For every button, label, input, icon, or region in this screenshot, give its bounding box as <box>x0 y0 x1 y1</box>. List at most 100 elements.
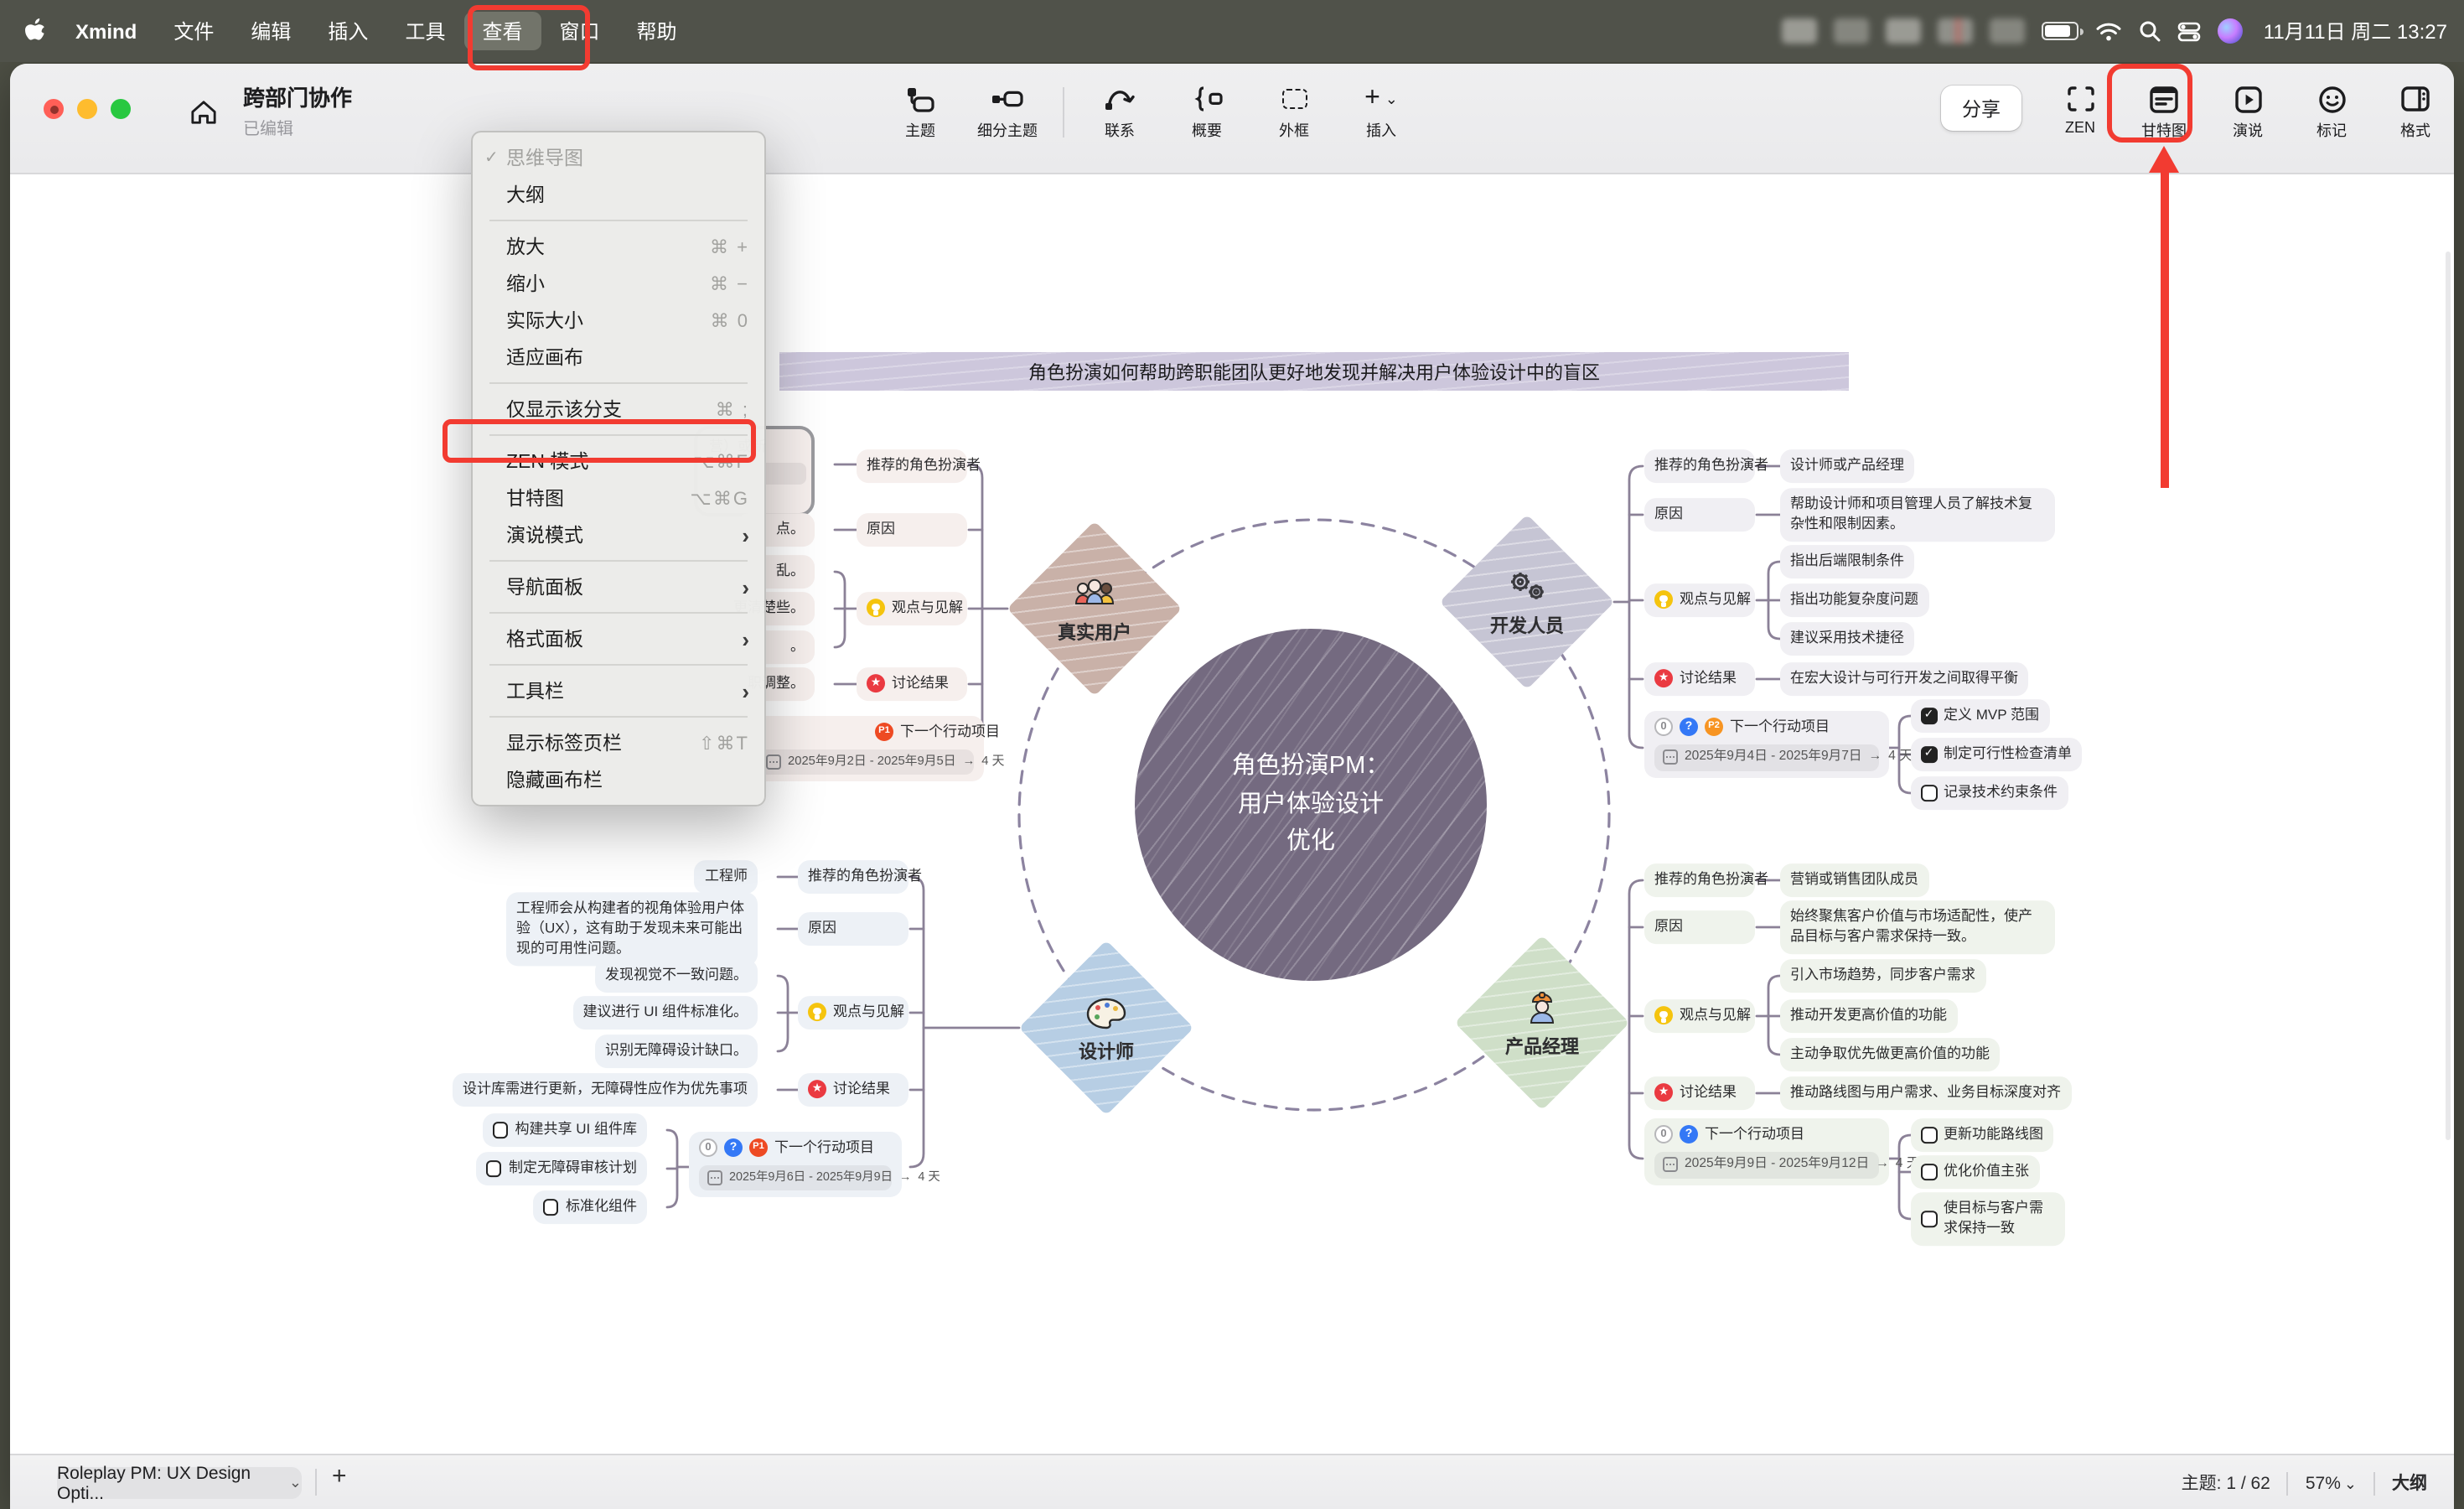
persona-designer[interactable]: 设计师 <box>1019 941 1193 1115</box>
dev-task[interactable]: ✓制定可行性检查清单 <box>1911 738 2082 771</box>
home-button[interactable] <box>181 91 225 134</box>
boundary-button[interactable]: 外框 <box>1255 77 1333 141</box>
checkbox-icon[interactable] <box>1921 1164 1937 1180</box>
checkbox-icon[interactable] <box>493 1122 509 1138</box>
dev-insight[interactable]: 建议采用技术捷径 <box>1780 622 1914 656</box>
label-roleplayer[interactable]: 推荐的角色扮演者 <box>1644 863 1755 897</box>
format-button[interactable]: 格式 <box>2377 77 2454 141</box>
dev-reason[interactable]: 帮助设计师和项目管理人员了解技术复杂性和限制因素。 <box>1780 488 2055 542</box>
label-roleplayer[interactable]: 推荐的角色扮演者 <box>798 860 908 894</box>
designer-reason[interactable]: 工程师会从构建者的视角体验用户体验（UX），这有助于发现未来可能出现的可用性问题… <box>506 892 758 965</box>
label-reason[interactable]: 原因 <box>857 513 967 547</box>
topic-button[interactable]: 主题 <box>882 77 959 141</box>
pm-roleplayer[interactable]: 营销或销售团队成员 <box>1780 863 1928 897</box>
pm-task[interactable]: 更新功能路线图 <box>1911 1118 2053 1152</box>
menu-item-format-panel[interactable]: 格式面板› <box>473 620 764 657</box>
designer-roleplayer[interactable]: 工程师 <box>695 860 758 894</box>
pm-insight[interactable]: 引入市场趋势，同步客户需求 <box>1780 959 1985 993</box>
menu-item-gantt[interactable]: 甘特图⌥⌘G <box>473 480 764 516</box>
share-button[interactable]: 分享 <box>1941 86 2021 131</box>
apple-menu-icon[interactable] <box>23 18 47 44</box>
checkbox-icon[interactable] <box>1921 1211 1937 1227</box>
menubar-item-help[interactable]: 帮助 <box>619 12 696 50</box>
search-icon[interactable] <box>2140 20 2161 42</box>
menu-item-actual-size[interactable]: 实际大小⌘ 0 <box>473 302 764 339</box>
vertical-scrollbar[interactable] <box>2446 252 2451 1140</box>
pitch-button[interactable]: 演说 <box>2209 77 2286 141</box>
label-reason[interactable]: 原因 <box>1644 498 1755 532</box>
sheet-tab[interactable]: Roleplay PM: UX Design Opti... ⌄ <box>57 1467 302 1499</box>
menu-item-pitch-mode[interactable]: 演说模式› <box>473 516 764 553</box>
label-reason[interactable]: 原因 <box>798 912 908 946</box>
menubar-item-file[interactable]: 文件 <box>155 12 232 50</box>
checkbox-icon[interactable]: ✓ <box>1921 708 1937 723</box>
battery-icon[interactable] <box>2042 22 2079 40</box>
menubar-item-insert[interactable]: 插入 <box>309 12 386 50</box>
status-app-icon-blurred[interactable] <box>1939 18 1974 44</box>
label-result[interactable]: ★讨论结果 <box>798 1073 908 1107</box>
pm-insight[interactable]: 推动开发更高价值的功能 <box>1780 999 1957 1033</box>
minimize-button[interactable] <box>77 99 97 119</box>
checkbox-icon[interactable] <box>486 1160 502 1176</box>
menubar-clock[interactable]: 11月11日 周二 13:27 <box>2264 17 2447 45</box>
pm-action-item[interactable]: 0 ? 下一个行动项目 2025年9月9日 - 2025年9月12日 → 4 天 <box>1644 1118 1889 1185</box>
status-app-icon-blurred[interactable] <box>1783 18 1818 44</box>
designer-action-item[interactable]: 0 ? P1 下一个行动项目 2025年9月6日 - 2025年9月9日 → 4… <box>689 1132 902 1197</box>
central-topic[interactable]: 角色扮演PM： 用户体验设计 优化 <box>1135 629 1487 981</box>
status-app-icon-blurred[interactable] <box>1835 18 1870 44</box>
control-center-icon[interactable] <box>2178 21 2202 41</box>
persona-real-user[interactable]: 真实用户 <box>1007 521 1182 696</box>
label-insights[interactable]: 观点与见解 <box>1644 999 1755 1033</box>
insert-button[interactable]: +⌄ 插入 <box>1343 77 1420 141</box>
menu-item-hide-canvas-bar[interactable]: 隐藏画布栏 <box>473 761 764 798</box>
dev-insight[interactable]: 指出后端限制条件 <box>1780 545 1914 578</box>
label-result[interactable]: ★讨论结果 <box>1644 662 1755 696</box>
pm-task[interactable]: 优化价值主张 <box>1911 1155 2039 1189</box>
checkbox-icon[interactable] <box>543 1199 559 1215</box>
designer-result[interactable]: 设计库需进行更新，无障碍性应作为优先事项 <box>453 1073 758 1107</box>
menubar-item-edit[interactable]: 编辑 <box>232 12 309 50</box>
outline-toggle[interactable]: 大纲 <box>2392 1470 2427 1496</box>
realuser-action-item[interactable]: P1 下一个行动项目 2025年9月2日 - 2025年9月5日 → 4 天 <box>748 716 984 782</box>
dev-task[interactable]: 记录技术约束条件 <box>1911 776 2068 810</box>
pm-result[interactable]: 推动路线图与用户需求、业务目标深度对齐 <box>1780 1076 2071 1110</box>
designer-task[interactable]: 标准化组件 <box>533 1190 647 1224</box>
wifi-icon[interactable] <box>2096 21 2123 41</box>
menu-item-show-tab-bar[interactable]: 显示标签页栏⇧⌘T <box>473 724 764 761</box>
menu-item-zoom-out[interactable]: 缩小⌘ − <box>473 265 764 302</box>
designer-insight[interactable]: 建议进行 UI 组件标准化。 <box>573 996 758 1029</box>
menu-item-navigation-panel[interactable]: 导航面板› <box>473 568 764 605</box>
label-reason[interactable]: 原因 <box>1644 910 1755 944</box>
subtopic-button[interactable]: 细分主题 <box>969 77 1046 141</box>
label-result[interactable]: ★讨论结果 <box>857 667 967 701</box>
label-roleplayer[interactable]: 推荐的角色扮演者 <box>1644 449 1755 483</box>
designer-task[interactable]: 构建共享 UI 组件库 <box>483 1113 647 1147</box>
menu-item-zoom-in[interactable]: 放大⌘ + <box>473 228 764 265</box>
menubar-app-name[interactable]: Xmind <box>57 14 155 48</box>
persona-product-manager[interactable]: 产品经理 <box>1455 936 1629 1110</box>
status-app-icon-blurred[interactable] <box>1887 18 1922 44</box>
pm-reason[interactable]: 始终聚焦客户价值与市场适配性，使产品目标与客户需求保持一致。 <box>1780 900 2055 954</box>
add-sheet-button[interactable]: + <box>332 1462 347 1491</box>
dev-roleplayer[interactable]: 设计师或产品经理 <box>1780 449 1914 483</box>
relationship-button[interactable]: 联系 <box>1081 77 1158 141</box>
menubar-item-tools[interactable]: 工具 <box>386 12 463 50</box>
menu-item-toolbar[interactable]: 工具栏› <box>473 672 764 709</box>
floating-topic-banner[interactable]: 角色扮演如何帮助跨职能团队更好地发现并解决用户体验设计中的盲区 <box>779 352 1849 391</box>
dev-insight[interactable]: 指出功能复杂度问题 <box>1780 583 1928 617</box>
label-insights[interactable]: 观点与见解 <box>857 592 967 625</box>
menu-item-fit-canvas[interactable]: 适应画布 <box>473 339 764 376</box>
close-button[interactable] <box>44 99 64 119</box>
dev-action-item[interactable]: 0 ? P2 下一个行动项目 2025年9月4日 - 2025年9月7日 → 4… <box>1644 711 1889 778</box>
menu-item-outline[interactable]: 大纲 <box>473 176 764 213</box>
summary-button[interactable]: 概要 <box>1168 77 1245 141</box>
designer-task[interactable]: 制定无障碍审核计划 <box>476 1152 647 1185</box>
status-app-icon-blurred[interactable] <box>1990 18 2026 44</box>
label-insights[interactable]: 观点与见解 <box>798 996 908 1029</box>
label-insights[interactable]: 观点与见解 <box>1644 583 1755 617</box>
designer-insight[interactable]: 识别无障碍设计缺口。 <box>595 1035 758 1068</box>
checkbox-icon[interactable] <box>1921 785 1937 801</box>
label-roleplayer[interactable]: 推荐的角色扮演者 <box>857 449 967 483</box>
zoom-level[interactable]: 57%⌄ <box>2306 1473 2357 1493</box>
marker-button[interactable]: 标记 <box>2293 77 2370 141</box>
